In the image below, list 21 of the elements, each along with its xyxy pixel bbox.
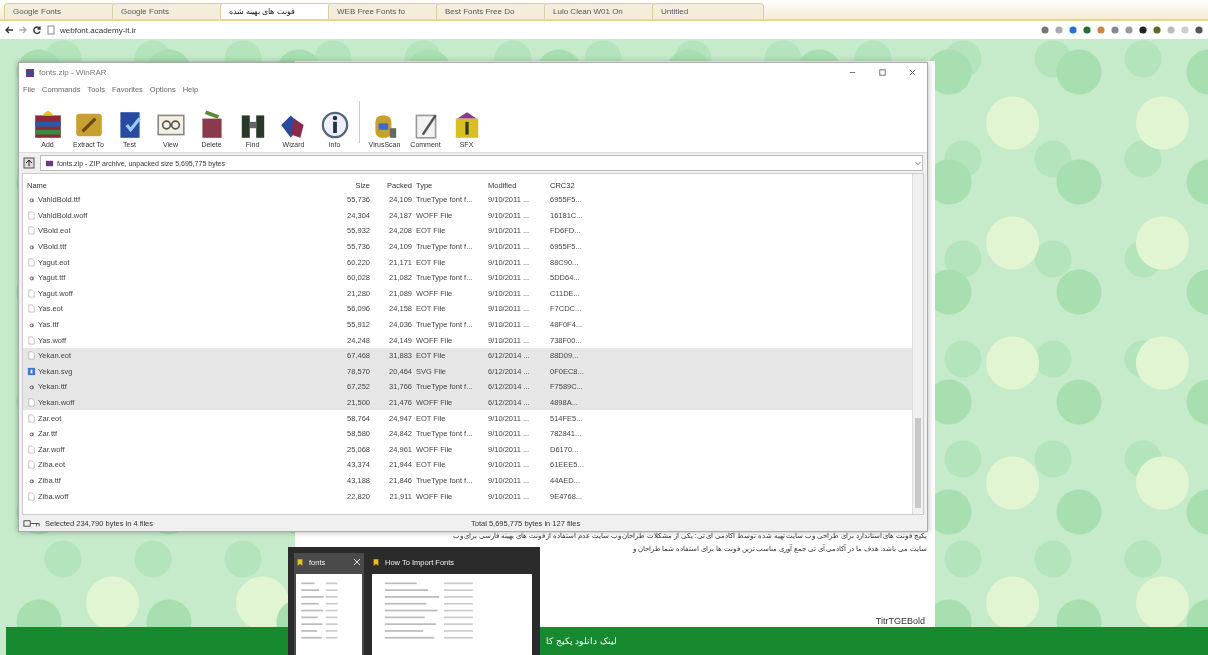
reload-icon[interactable]	[32, 25, 42, 35]
address-field[interactable]: webfont.academy-it.ir	[60, 25, 137, 35]
window-title: fonts.zip - WinRAR	[39, 68, 107, 77]
font-name-heading: TitrTGEBold	[875, 616, 925, 626]
scrollbar[interactable]	[912, 174, 923, 514]
forward-icon[interactable]	[18, 25, 28, 35]
file-icon	[27, 491, 36, 501]
archive-icon	[45, 158, 54, 168]
file-icon	[27, 257, 36, 267]
key-icon	[23, 518, 41, 528]
download-link[interactable]: لینک دانلود پکیج کا	[546, 636, 617, 646]
close-icon[interactable]	[352, 557, 362, 567]
browser-tab[interactable]: Untitled	[652, 3, 764, 19]
up-folder-icon[interactable]	[23, 157, 35, 169]
page-icon	[46, 25, 56, 35]
image-file-icon	[27, 366, 36, 376]
dropdown-icon[interactable]	[914, 159, 922, 167]
archive-icon	[25, 67, 35, 78]
back-icon[interactable]	[4, 25, 14, 35]
bookmark-icon	[372, 557, 380, 567]
bookmark-icon	[296, 557, 304, 567]
